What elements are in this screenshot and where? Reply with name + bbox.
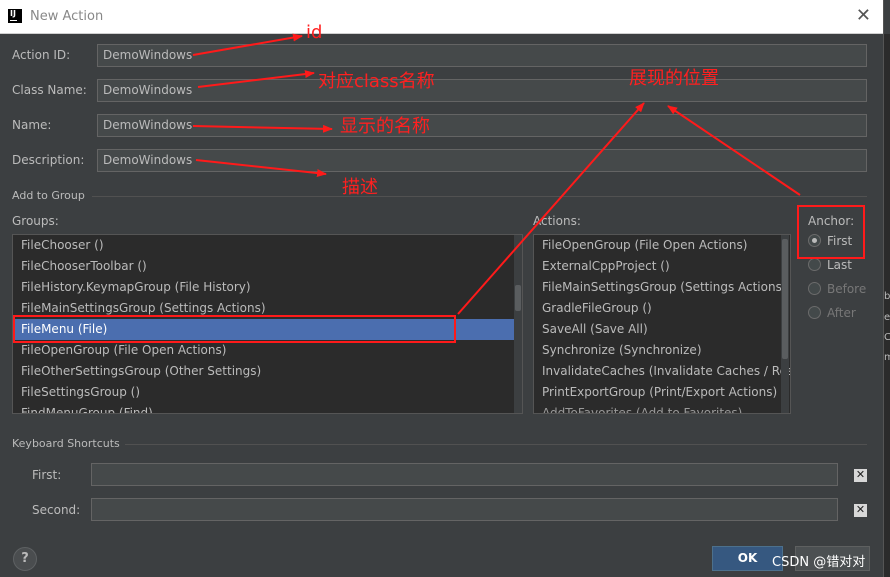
annotation-description: 描述 [342, 177, 378, 198]
anchor-after-label: After [827, 306, 856, 320]
dialog-title: New Action [30, 9, 104, 24]
add-to-group-separator [92, 196, 867, 197]
name-field[interactable]: DemoWindows [97, 114, 867, 137]
groups-scrollbar[interactable] [514, 235, 522, 413]
anchor-last-radio[interactable]: Last [808, 258, 852, 272]
title-bar: IJ New Action ✕ [0, 0, 883, 34]
anchor-last-label: Last [827, 258, 852, 272]
annotation-id: id [306, 22, 323, 43]
groups-label: Groups: [12, 214, 59, 228]
actions-scroll-thumb[interactable] [782, 239, 788, 359]
clear-second-shortcut-icon[interactable]: ✕ [854, 504, 867, 517]
anchor-after-radio[interactable]: After [808, 306, 856, 320]
background-window-top [884, 0, 890, 34]
annotation-position: 展现的位置 [629, 68, 719, 89]
first-shortcut-field[interactable] [91, 463, 838, 486]
list-item[interactable]: FileHistory.KeymapGroup (File History) [13, 277, 522, 298]
actions-list[interactable]: FileOpenGroup (File Open Actions) Extern… [533, 234, 791, 414]
clear-first-shortcut-icon[interactable]: ✕ [854, 469, 867, 482]
list-item[interactable]: FileOpenGroup (File Open Actions) [534, 235, 790, 256]
annotation-box-anchor [797, 205, 865, 259]
first-shortcut-label: First: [32, 468, 62, 482]
name-label: Name: [12, 118, 52, 132]
groups-scroll-thumb[interactable] [515, 285, 521, 311]
actions-label: Actions: [533, 214, 581, 228]
radio-icon [808, 306, 821, 319]
list-item[interactable]: FileOpenGroup (File Open Actions) [13, 340, 522, 361]
background-letter: C [884, 332, 890, 343]
radio-icon [808, 282, 821, 295]
watermark: CSDN @错对对 [772, 555, 866, 570]
second-shortcut-label: Second: [32, 503, 81, 517]
list-item[interactable]: ExternalCppProject () [534, 256, 790, 277]
annotation-class-name: 对应class名称 [318, 71, 435, 92]
list-item[interactable]: AddToFavorites (Add to Favorites) [534, 403, 790, 413]
description-label: Description: [12, 153, 85, 167]
list-item[interactable]: InvalidateCaches (Invalidate Caches / Re… [534, 361, 790, 382]
description-field[interactable]: DemoWindows [97, 149, 867, 172]
intellij-logo-icon: IJ [8, 9, 22, 23]
anchor-before-label: Before [827, 282, 867, 296]
list-item[interactable]: SaveAll (Save All) [534, 319, 790, 340]
list-item[interactable]: FileChooser () [13, 235, 522, 256]
add-to-group-section-label: Add to Group [12, 189, 85, 202]
list-item[interactable]: FileMainSettingsGroup (Settings Actions) [534, 277, 790, 298]
class-name-label: Class Name: [12, 83, 87, 97]
list-item[interactable]: Synchronize (Synchronize) [534, 340, 790, 361]
class-name-field[interactable]: DemoWindows [97, 79, 867, 102]
list-item[interactable]: FileSettingsGroup () [13, 382, 522, 403]
background-window: b e C m [883, 0, 890, 577]
close-icon[interactable]: ✕ [856, 6, 871, 26]
keyboard-shortcuts-separator [125, 444, 867, 445]
action-id-label: Action ID: [12, 48, 71, 62]
keyboard-shortcuts-section-label: Keyboard Shortcuts [12, 437, 120, 450]
radio-icon [808, 258, 821, 271]
list-item[interactable]: PrintExportGroup (Print/Export Actions) [534, 382, 790, 403]
list-item[interactable]: FileChooserToolbar () [13, 256, 522, 277]
list-item[interactable]: FileOtherSettingsGroup (Other Settings) [13, 361, 522, 382]
annotation-display-name: 显示的名称 [340, 116, 430, 137]
help-button[interactable]: ? [13, 547, 37, 571]
background-letter: b [884, 291, 890, 302]
second-shortcut-field[interactable] [91, 498, 838, 521]
anchor-before-radio[interactable]: Before [808, 282, 866, 296]
action-id-field[interactable]: DemoWindows [97, 44, 867, 67]
actions-scrollbar[interactable] [781, 235, 789, 413]
list-item[interactable]: GradleFileGroup () [534, 298, 790, 319]
background-letter: e [884, 312, 890, 323]
annotation-box-file-menu [13, 315, 456, 343]
list-item[interactable]: FindMenuGroup (Find) [13, 403, 522, 413]
background-letter: m [884, 352, 890, 363]
